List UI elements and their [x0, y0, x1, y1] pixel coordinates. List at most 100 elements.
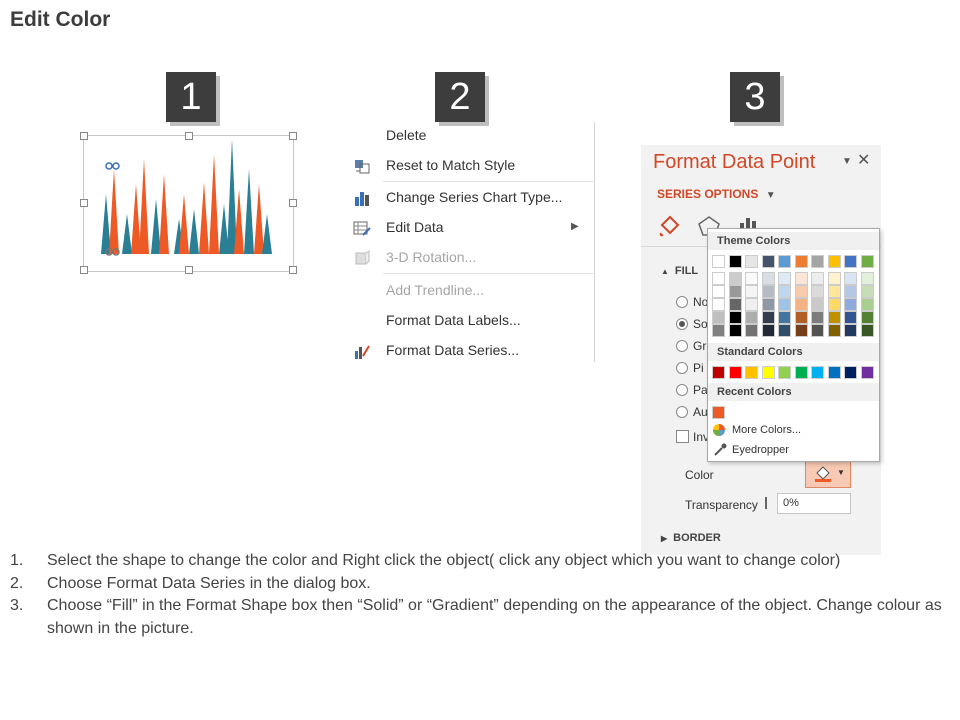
- theme-color-tint-swatch[interactable]: [728, 311, 742, 324]
- more-colors-option[interactable]: More Colors...: [732, 424, 801, 436]
- theme-color-tint-swatch[interactable]: [827, 272, 841, 285]
- theme-color-tint-swatch[interactable]: [728, 285, 742, 298]
- theme-color-tint-swatch[interactable]: [745, 324, 758, 337]
- chart-spike[interactable]: [244, 169, 254, 254]
- standard-color-swatch[interactable]: [860, 366, 874, 379]
- theme-color-tint-swatch[interactable]: [827, 298, 841, 311]
- theme-color-tint-swatch[interactable]: [827, 324, 841, 337]
- chart-spike[interactable]: [179, 194, 189, 254]
- recent-color-swatch[interactable]: [712, 406, 725, 419]
- theme-color-tint-swatch[interactable]: [844, 311, 857, 324]
- theme-color-tint-swatch[interactable]: [712, 298, 725, 311]
- theme-color-tint-swatch[interactable]: [860, 311, 874, 324]
- theme-color-tint-swatch[interactable]: [860, 324, 874, 337]
- resize-handle[interactable]: [289, 266, 297, 274]
- theme-color-tint-swatch[interactable]: [728, 298, 742, 311]
- theme-color-swatch[interactable]: [794, 255, 808, 268]
- theme-color-tint-swatch[interactable]: [794, 298, 808, 311]
- resize-handle[interactable]: [289, 199, 297, 207]
- transparency-input[interactable]: 0%: [777, 493, 851, 514]
- standard-color-swatch[interactable]: [794, 366, 808, 379]
- standard-color-swatch[interactable]: [844, 366, 857, 379]
- theme-color-tint-swatch[interactable]: [794, 272, 808, 285]
- theme-color-tint-swatch[interactable]: [860, 272, 874, 285]
- menu-item-3d-rotation[interactable]: 3-D Rotation...: [345, 244, 593, 272]
- chart-spike[interactable]: [254, 184, 264, 254]
- theme-color-tint-swatch[interactable]: [745, 298, 758, 311]
- fill-option-radio-pattern[interactable]: [676, 384, 688, 396]
- theme-color-tint-swatch[interactable]: [844, 298, 857, 311]
- theme-color-tint-swatch[interactable]: [778, 311, 791, 324]
- standard-color-swatch[interactable]: [827, 366, 841, 379]
- theme-color-swatch[interactable]: [761, 255, 775, 268]
- resize-handle[interactable]: [185, 132, 193, 140]
- menu-item-reset-style[interactable]: Reset to Match Style: [345, 152, 593, 180]
- resize-handle[interactable]: [289, 132, 297, 140]
- standard-color-swatch[interactable]: [728, 366, 742, 379]
- theme-color-tint-swatch[interactable]: [811, 272, 824, 285]
- transparency-slider[interactable]: [765, 497, 767, 509]
- theme-color-tint-swatch[interactable]: [827, 285, 841, 298]
- menu-item-change-chart-type[interactable]: Change Series Chart Type...: [345, 184, 593, 212]
- theme-color-swatch[interactable]: [778, 255, 791, 268]
- theme-color-tint-swatch[interactable]: [844, 324, 857, 337]
- theme-color-tint-swatch[interactable]: [844, 285, 857, 298]
- chart-spike[interactable]: [122, 214, 132, 254]
- theme-color-swatch[interactable]: [827, 255, 841, 268]
- invert-checkbox[interactable]: [676, 430, 689, 443]
- series-options-dropdown[interactable]: SERIES OPTIONS ▼: [657, 187, 776, 201]
- theme-color-tint-swatch[interactable]: [712, 285, 725, 298]
- resize-handle[interactable]: [185, 266, 193, 274]
- standard-color-swatch[interactable]: [811, 366, 824, 379]
- theme-color-tint-swatch[interactable]: [811, 324, 824, 337]
- fill-option-radio-picture[interactable]: [676, 362, 688, 374]
- spike-chart[interactable]: [84, 136, 293, 271]
- close-icon[interactable]: ✕: [857, 150, 870, 170]
- theme-color-tint-swatch[interactable]: [844, 272, 857, 285]
- theme-color-tint-swatch[interactable]: [712, 272, 725, 285]
- theme-color-tint-swatch[interactable]: [860, 285, 874, 298]
- fill-option-radio-gradient[interactable]: [676, 340, 688, 352]
- standard-color-swatch[interactable]: [745, 366, 758, 379]
- theme-color-tint-swatch[interactable]: [794, 285, 808, 298]
- theme-color-tint-swatch[interactable]: [745, 285, 758, 298]
- theme-color-swatch[interactable]: [712, 255, 725, 268]
- theme-color-swatch[interactable]: [860, 255, 874, 268]
- menu-item-add-trendline[interactable]: Add Trendline...: [345, 277, 593, 305]
- standard-color-swatch[interactable]: [778, 366, 791, 379]
- menu-item-delete[interactable]: Delete: [345, 122, 593, 150]
- resize-handle[interactable]: [80, 132, 88, 140]
- theme-color-swatch[interactable]: [745, 255, 758, 268]
- theme-color-tint-swatch[interactable]: [745, 311, 758, 324]
- selected-chart[interactable]: [80, 132, 297, 274]
- chart-spike[interactable]: [109, 169, 119, 254]
- theme-color-tint-swatch[interactable]: [761, 272, 775, 285]
- theme-color-tint-swatch[interactable]: [811, 311, 824, 324]
- fill-line-icon[interactable]: [657, 213, 683, 240]
- theme-color-tint-swatch[interactable]: [761, 298, 775, 311]
- standard-color-swatch[interactable]: [712, 366, 725, 379]
- theme-color-tint-swatch[interactable]: [778, 324, 791, 337]
- theme-color-tint-swatch[interactable]: [778, 298, 791, 311]
- pane-options-dropdown-icon[interactable]: ▼: [842, 156, 852, 167]
- theme-color-tint-swatch[interactable]: [794, 324, 808, 337]
- fill-option-radio-solid[interactable]: [676, 318, 688, 330]
- border-section-header[interactable]: ▶ BORDER: [661, 532, 721, 544]
- theme-color-tint-swatch[interactable]: [728, 272, 742, 285]
- fill-color-button[interactable]: ▼: [805, 460, 851, 488]
- theme-color-tint-swatch[interactable]: [745, 272, 758, 285]
- chart-spike[interactable]: [131, 184, 141, 254]
- chart-spike[interactable]: [151, 199, 161, 254]
- theme-color-tint-swatch[interactable]: [778, 285, 791, 298]
- theme-color-tint-swatch[interactable]: [712, 311, 725, 324]
- chart-spike[interactable]: [159, 174, 169, 254]
- chart-spike[interactable]: [101, 194, 111, 254]
- theme-color-tint-swatch[interactable]: [811, 285, 824, 298]
- theme-color-swatch[interactable]: [728, 255, 742, 268]
- menu-item-edit-data[interactable]: Edit Data ▶: [345, 214, 593, 242]
- theme-color-tint-swatch[interactable]: [778, 272, 791, 285]
- chart-spike[interactable]: [189, 209, 199, 254]
- chart-spike[interactable]: [199, 182, 209, 254]
- theme-color-tint-swatch[interactable]: [761, 285, 775, 298]
- theme-color-swatch[interactable]: [811, 255, 824, 268]
